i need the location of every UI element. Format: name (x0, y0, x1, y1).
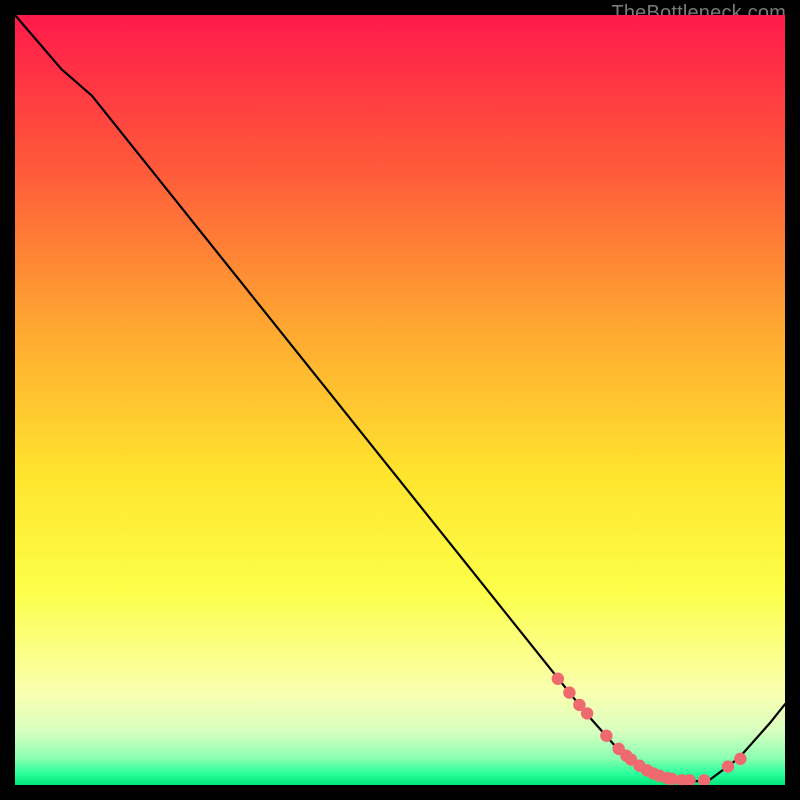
plot-area (15, 15, 785, 785)
marker-point (734, 753, 746, 765)
marker-point (563, 686, 575, 698)
marker-point (552, 673, 564, 685)
chart-svg (15, 15, 785, 785)
gradient-background (15, 15, 785, 785)
chart-container: TheBottleneck.com (0, 0, 800, 800)
marker-point (581, 707, 593, 719)
marker-point (600, 730, 612, 742)
marker-point (722, 760, 734, 772)
